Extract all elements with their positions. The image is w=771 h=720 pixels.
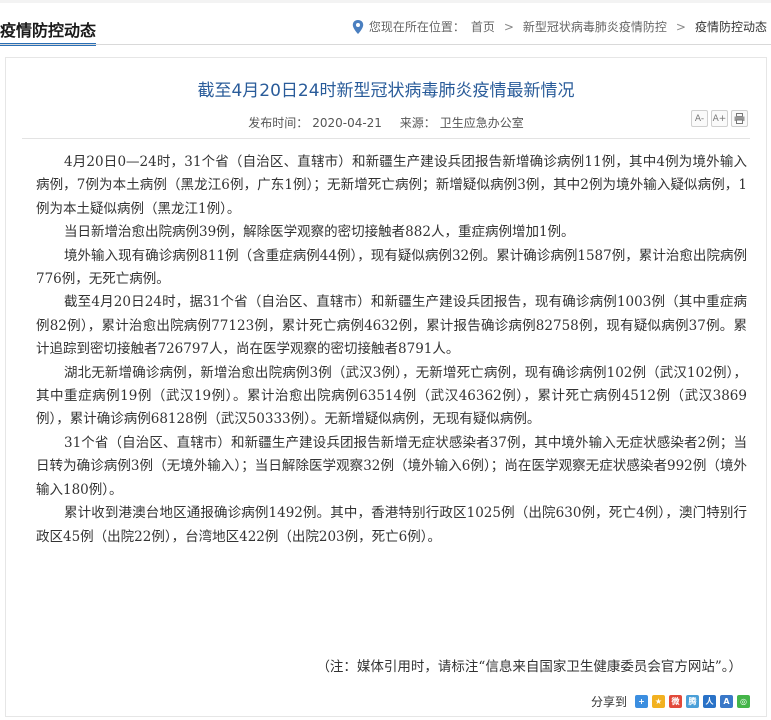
share-bar: 分享到 + ★ 微腾人 A ◎	[591, 693, 750, 710]
location-pin-icon	[352, 19, 364, 34]
breadcrumb-home[interactable]: 首页	[471, 18, 495, 35]
citation-note: （注：媒体引用时，请标注“信息来自国家卫生健康委员会官方网站”。）	[316, 659, 742, 675]
paragraph: 31个省（自治区、直辖市）和新疆生产建设兵团报告新增无症状感染者37例，其中境外…	[36, 434, 747, 498]
page-header: 疫情防控动态 您现在所在位置： 首页 > 新型冠状病毒肺炎疫情防控 > 疫情防控…	[0, 0, 771, 46]
share-weibo-icon[interactable]: 微	[669, 695, 682, 708]
title-divider	[22, 138, 750, 139]
article-meta: 发布时间： 2020-04-21 来源： 卫生应急办公室	[6, 114, 766, 131]
share-icons: + ★ 微腾人 A ◎	[635, 695, 750, 708]
article-body: 4月20日0—24时，31个省（自治区、直辖市）和新疆生产建设兵团报告新增确诊病…	[36, 151, 747, 549]
share-baidu-icon[interactable]: A	[720, 695, 733, 708]
share-qzone-icon[interactable]: ★	[652, 695, 665, 708]
location-label: 您现在所在位置：	[368, 20, 465, 34]
share-tencent-icon[interactable]: 腾	[686, 695, 699, 708]
publish-date: 2020-04-21	[312, 116, 382, 130]
breadcrumb: 您现在所在位置： 首页 > 新型冠状病毒肺炎疫情防控 > 疫情防控动态	[352, 18, 767, 35]
breadcrumb-covid-control[interactable]: 新型冠状病毒肺炎疫情防控	[523, 18, 667, 35]
print-button[interactable]	[731, 110, 748, 127]
article-title: 截至4月20日24时新型冠状病毒肺炎疫情最新情况	[197, 81, 575, 101]
paragraph: 湖北无新增确诊病例，新增治愈出院病例3例（武汉3例），无新增死亡病例，现有确诊病…	[36, 364, 747, 428]
share-renren-icon[interactable]: 人	[703, 695, 716, 708]
paragraph: 4月20日0—24时，31个省（自治区、直辖市）和新疆生产建设兵团报告新增确诊病…	[36, 154, 747, 217]
article-panel: 截至4月20日24时新型冠状病毒肺炎疫情最新情况 发布时间： 2020-04-21…	[5, 57, 767, 717]
header-divider	[0, 44, 771, 45]
article-source: 卫生应急办公室	[439, 116, 524, 130]
breadcrumb-current[interactable]: 疫情防控动态	[695, 18, 767, 35]
font-smaller-button[interactable]: A-	[691, 110, 708, 127]
share-plus-icon[interactable]: +	[635, 695, 648, 708]
font-larger-button[interactable]: A+	[711, 110, 728, 127]
date-label: 发布时间：	[248, 116, 309, 130]
share-label: 分享到	[590, 695, 627, 709]
paragraph: 截至4月20日24时，据31个省（自治区、直辖市）和新疆生产建设兵团报告，现有确…	[36, 294, 747, 358]
paragraph: 境外输入现有确诊病例811例（含重症病例44例），现有疑似病例32例。累计确诊病…	[36, 247, 747, 288]
breadcrumb-separator: >	[675, 19, 686, 34]
share-wechat-icon[interactable]: ◎	[737, 695, 750, 708]
section-title: 疫情防控动态	[0, 17, 97, 46]
source-label: 来源：	[399, 116, 436, 130]
paragraph: 当日新增治愈出院病例39例，解除医学观察的密切接触者882人，重症病例增加1例。	[64, 224, 575, 241]
print-icon	[734, 113, 745, 124]
paragraph: 累计收到港澳台地区通报确诊病例1492例。其中，香港特别行政区1025例（出院6…	[36, 505, 747, 545]
article-tools: A- A+	[691, 110, 748, 127]
breadcrumb-separator: >	[503, 19, 514, 34]
